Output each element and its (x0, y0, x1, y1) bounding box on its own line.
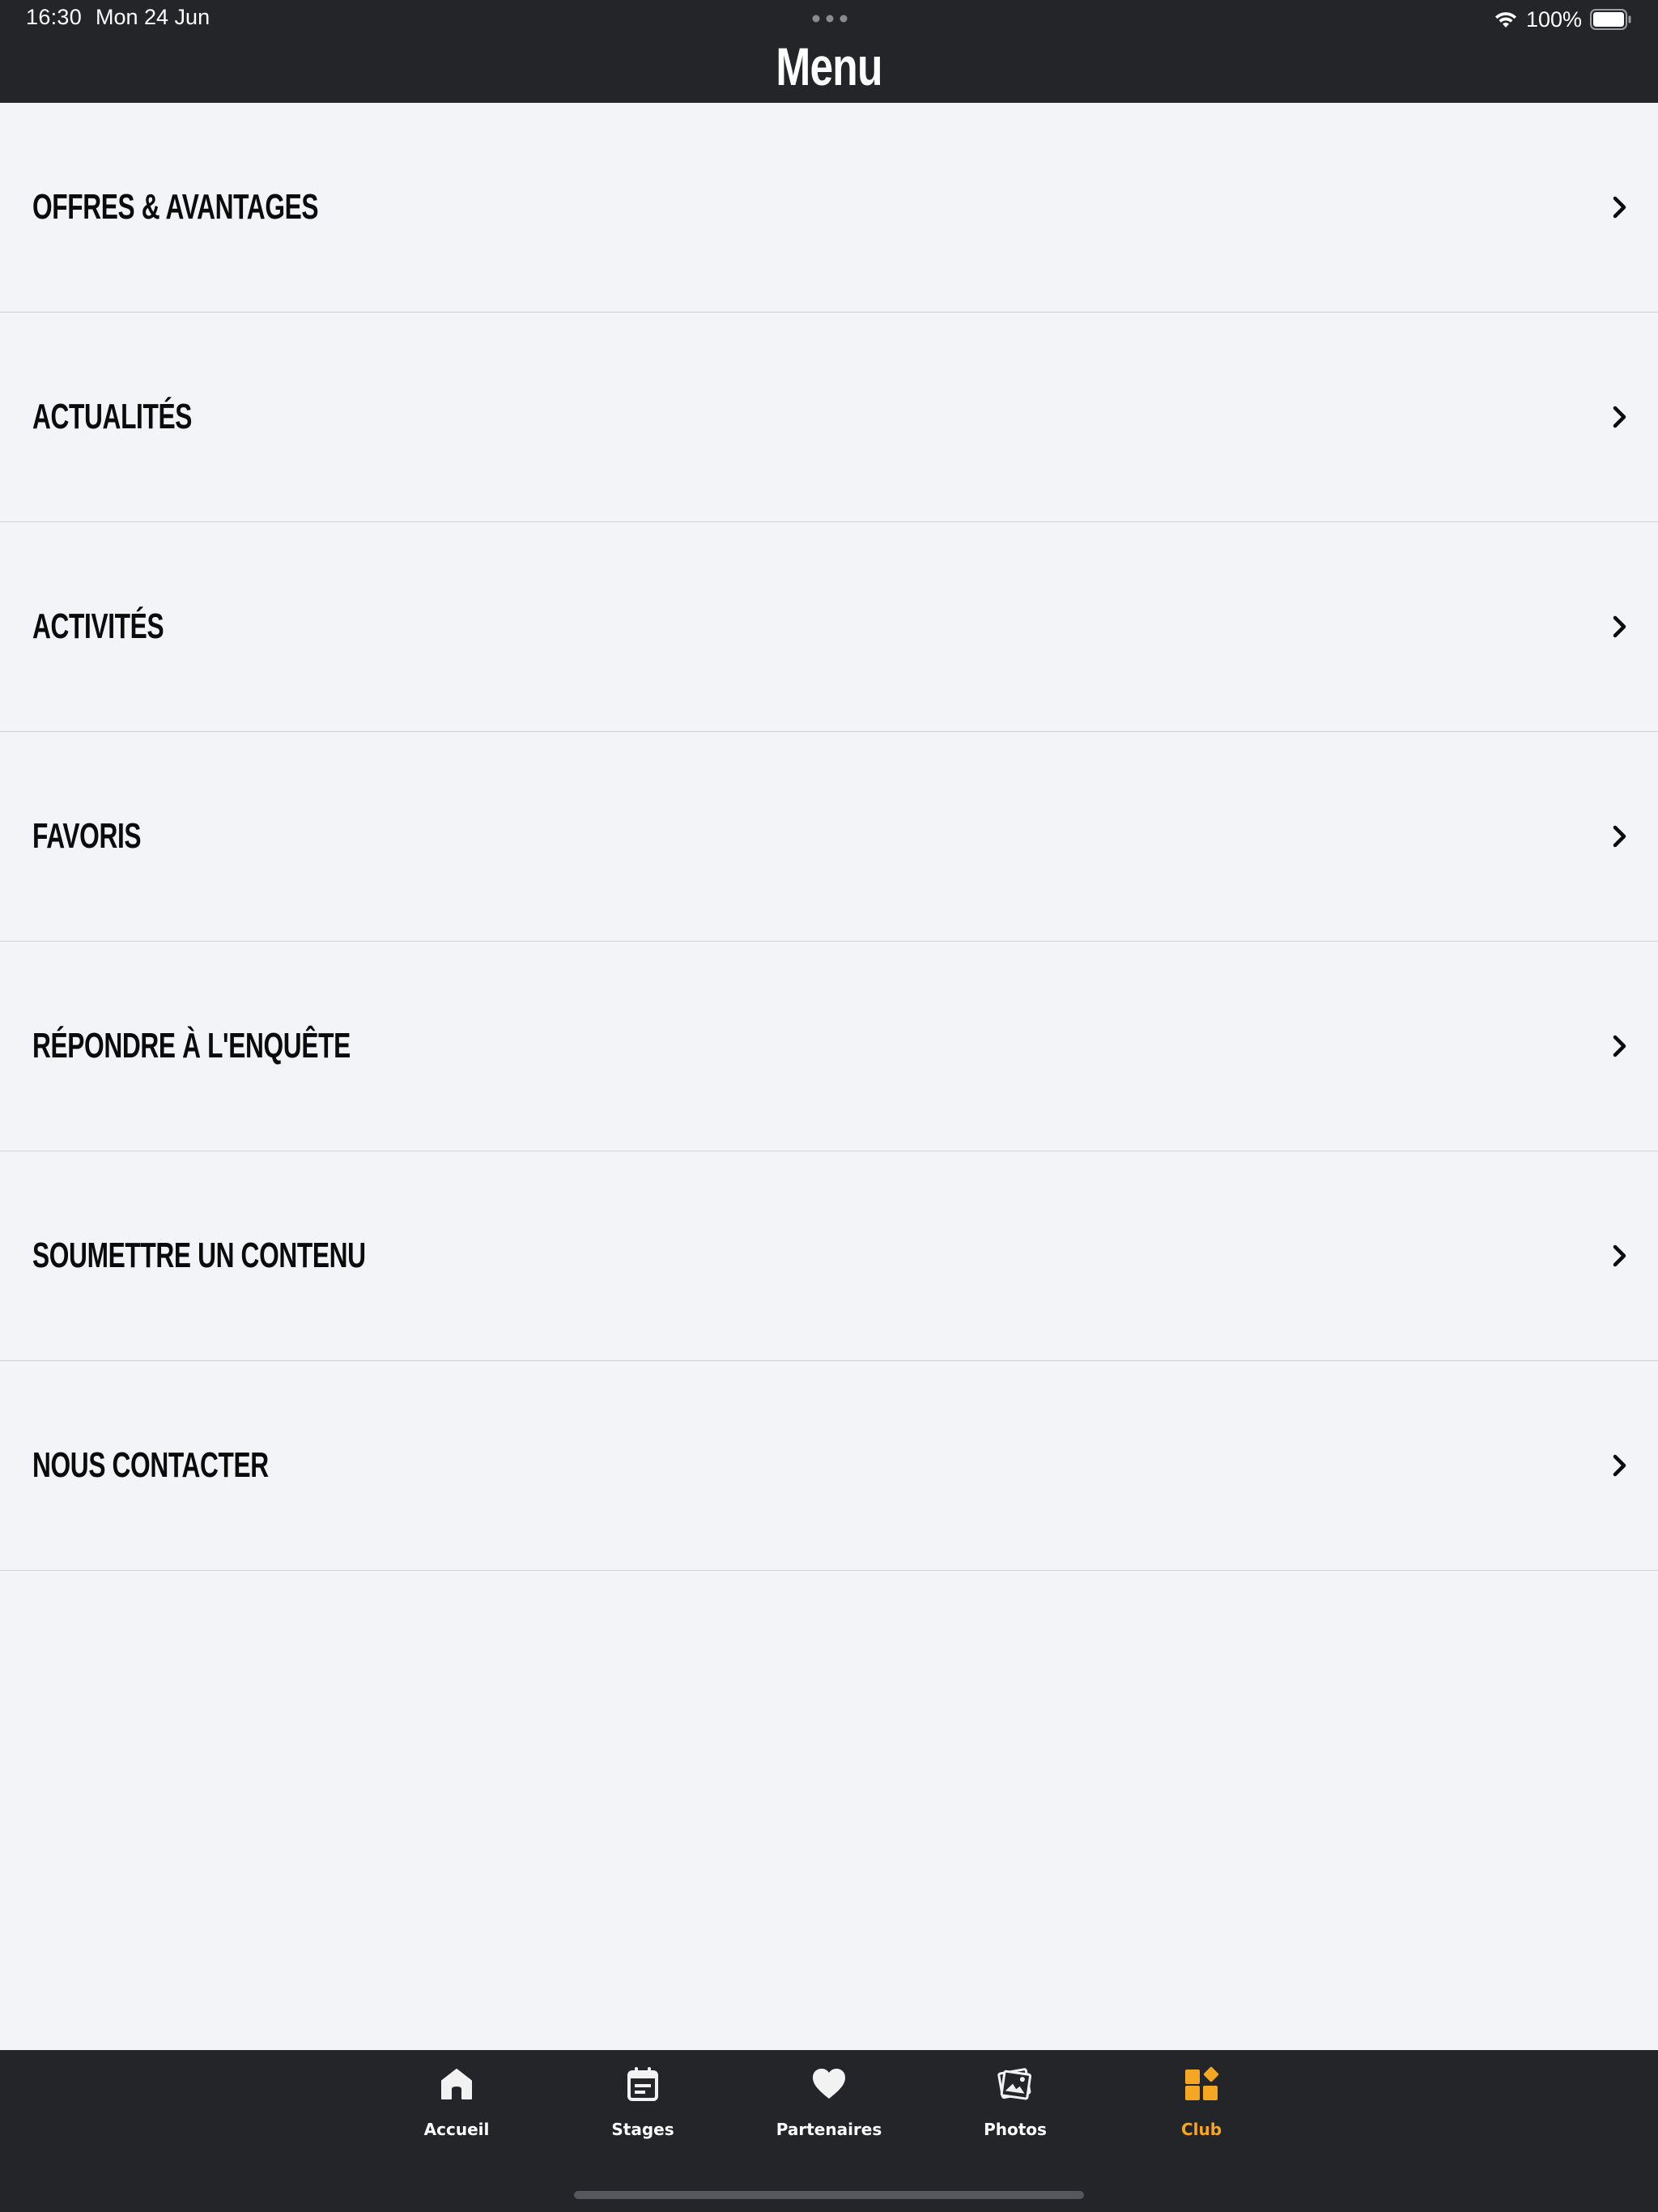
club-grid-icon (1185, 2066, 1219, 2100)
tab-label: Partenaires (776, 2120, 882, 2139)
top-bar: 16:30 Mon 24 Jun 100% Menu (0, 0, 1658, 103)
menu-item-label: OFFRES & AVANTAGES (32, 187, 319, 227)
battery-percentage: 100% (1525, 6, 1582, 32)
menu-item-favoris[interactable]: FAVORIS (0, 732, 1658, 942)
menu-item-label: FAVORIS (32, 816, 142, 856)
tab-bar: Accueil Stages Partenaires Photos Club (0, 2050, 1658, 2212)
home-indicator[interactable] (574, 2191, 1084, 2199)
menu-item-offres-avantages[interactable]: OFFRES & AVANTAGES (0, 103, 1658, 313)
status-date: Mon 24 Jun (96, 5, 210, 29)
chevron-right-icon (1613, 1454, 1626, 1477)
tab-label: Stages (611, 2120, 674, 2139)
page-title: Menu (776, 36, 882, 96)
battery-icon (1590, 9, 1631, 30)
tab-stages[interactable]: Stages (562, 2065, 724, 2154)
tab-partenaires[interactable]: Partenaires (748, 2065, 910, 2154)
chevron-right-icon (1613, 615, 1626, 638)
chevron-right-icon (1613, 1244, 1626, 1267)
tab-club[interactable]: Club (1120, 2065, 1282, 2154)
menu-item-label: ACTUALITÉS (32, 397, 193, 436)
menu-item-label: SOUMETTRE UN CONTENU (32, 1236, 366, 1275)
multitasking-dots-icon[interactable] (812, 15, 848, 23)
menu-item-actualites[interactable]: ACTUALITÉS (0, 313, 1658, 522)
tab-photos[interactable]: Photos (934, 2065, 1096, 2154)
chevron-right-icon (1613, 406, 1626, 428)
heart-icon (813, 2069, 845, 2099)
status-right: 100% (1494, 5, 1632, 34)
menu-item-nous-contacter[interactable]: NOUS CONTACTER (0, 1361, 1658, 1571)
menu-item-activites[interactable]: ACTIVITÉS (0, 522, 1658, 732)
menu-item-repondre-enquete[interactable]: RÉPONDRE À L'ENQUÊTE (0, 942, 1658, 1151)
chevron-right-icon (1613, 825, 1626, 848)
home-icon (441, 2069, 472, 2099)
calendar-icon (627, 2067, 658, 2101)
tab-label: Accueil (423, 2120, 490, 2139)
chevron-right-icon (1613, 1035, 1626, 1057)
menu-item-label: ACTIVITÉS (32, 606, 164, 646)
chevron-right-icon (1613, 196, 1626, 219)
menu-item-soumettre-contenu[interactable]: SOUMETTRE UN CONTENU (0, 1151, 1658, 1361)
status-time: 16:30 (26, 5, 83, 29)
tab-accueil[interactable]: Accueil (376, 2065, 538, 2154)
photos-icon (997, 2068, 1032, 2100)
menu-list: OFFRES & AVANTAGES ACTUALITÉS ACTIVITÉS … (0, 103, 1658, 1571)
wifi-icon (1494, 12, 1516, 28)
tab-label: Club (1180, 2120, 1222, 2139)
menu-item-label: RÉPONDRE À L'ENQUÊTE (32, 1026, 351, 1066)
menu-item-label: NOUS CONTACTER (32, 1445, 269, 1485)
tab-label: Photos (984, 2120, 1047, 2139)
